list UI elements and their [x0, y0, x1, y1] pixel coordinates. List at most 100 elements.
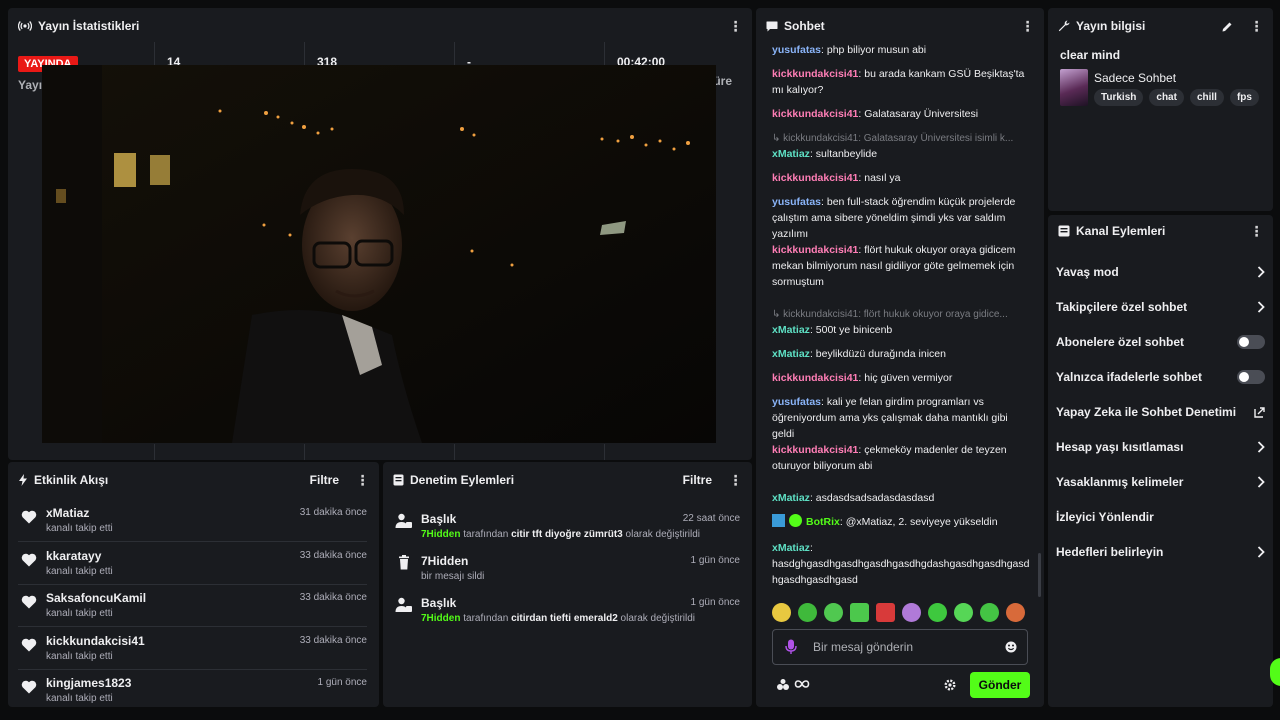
emote-icon[interactable] [980, 603, 999, 622]
stream-preview-video[interactable] [42, 65, 716, 443]
moderation-item-desc: 7Hidden tarafından citirdan tiefti emera… [421, 613, 696, 624]
chat-username[interactable]: yusufatas [772, 396, 821, 408]
activity-filter-button[interactable]: Filtre [310, 473, 339, 487]
category-name[interactable]: Sadece Sohbet [1094, 71, 1176, 85]
moderation-filter-button[interactable]: Filtre [683, 473, 712, 487]
activity-username[interactable]: kickkundakcisi41 [46, 634, 145, 648]
emote-icon[interactable] [876, 603, 895, 622]
channel-action-row[interactable]: Yasaklanmış kelimeler [1056, 465, 1265, 499]
channel-action-row[interactable]: Yapay Zeka ile Sohbet Denetimi [1056, 395, 1265, 429]
chat-username[interactable]: kickkundakcisi41 [772, 108, 858, 120]
chat-message[interactable]: kickkundakcisi41: flört hukuk okuyor ora… [772, 242, 1030, 290]
chat-reply-preview[interactable]: ↳ kickkundakcisi41: Galatasaray Üniversi… [772, 130, 1030, 147]
moderation-item[interactable]: Başlık 7Hidden tarafından citir tft diyo… [393, 506, 740, 548]
chat-username[interactable]: kickkundakcisi41 [772, 444, 858, 456]
activity-feed-header: Etkinlik Akışı Filtre ⋮ [8, 462, 379, 498]
pencil-icon[interactable] [1222, 21, 1233, 32]
chat-menu-icon[interactable]: ⋮ [1020, 18, 1035, 35]
chat-message[interactable]: kickkundakcisi41: çekmeköy madenler de t… [772, 442, 1030, 474]
settings-gear-icon[interactable] [944, 679, 956, 691]
microphone-icon[interactable] [785, 639, 797, 655]
chat-message[interactable]: kickkundakcisi41: Galatasaray Üniversite… [772, 106, 1030, 122]
chat-message[interactable]: xMatiaz: sultanbeylide [772, 146, 1030, 162]
activity-username[interactable]: SaksafoncuKamil [46, 591, 146, 605]
chat-username[interactable]: xMatiaz [772, 324, 810, 336]
chat-message[interactable]: yusufatas: php biliyor musun abi [772, 42, 1030, 58]
chat-message[interactable]: kickkundakcisi41: bu arada kankam GSÜ Be… [772, 66, 1030, 98]
chat-username[interactable]: yusufatas [772, 196, 821, 208]
activity-username[interactable]: xMatiaz [46, 506, 89, 520]
chat-message[interactable]: xMatiaz: hasdghgasdhgasdhgasdhgasdhgdashg… [772, 540, 1030, 588]
emoji-icon[interactable] [1005, 641, 1017, 653]
activity-username[interactable]: kingjames1823 [46, 676, 131, 690]
toggle-switch[interactable] [1237, 370, 1265, 384]
moderation-item[interactable]: 7Hidden bir mesajı sildi 1 gün önce [393, 548, 740, 590]
chat-message[interactable]: kickkundakcisi41: hiç güven vermiyor [772, 370, 1030, 386]
webcam-frame [42, 65, 716, 443]
chat-message[interactable]: BotRix: @xMatiaz, 2. seviyeye yükseldin [772, 514, 1030, 530]
chat-username[interactable]: BotRix [806, 516, 840, 528]
activity-feed-title: Etkinlik Akışı [34, 473, 109, 487]
infinity-icon[interactable] [794, 678, 810, 690]
moderation-menu-icon[interactable]: ⋮ [728, 472, 743, 489]
channel-action-label: Takipçilere özel sohbet [1056, 300, 1188, 314]
channel-action-row[interactable]: İzleyici Yönlendir [1056, 500, 1265, 534]
emote-icon[interactable] [928, 603, 947, 622]
channel-action-label: Yasaklanmış kelimeler [1056, 475, 1184, 489]
channel-action-row[interactable]: Yavaş mod [1056, 255, 1265, 289]
wrench-icon [1058, 20, 1070, 32]
tag-chip[interactable]: chill [1189, 89, 1224, 106]
activity-username[interactable]: kkaratayy [46, 549, 101, 563]
emote-icon[interactable] [954, 603, 973, 622]
channel-action-row[interactable]: Abonelere özel sohbet [1056, 325, 1265, 359]
emote-icon[interactable] [1006, 603, 1025, 622]
emote-icon[interactable] [824, 603, 843, 622]
activity-menu-icon[interactable]: ⋮ [355, 472, 370, 489]
activity-item[interactable]: xMatiaz kanalı takip etti 31 dakika önce [18, 500, 367, 542]
moderation-item-time: 22 saat önce [682, 513, 740, 524]
activity-item[interactable]: kingjames1823 kanalı takip etti 1 gün önce [18, 670, 367, 707]
emote-icon[interactable] [850, 603, 869, 622]
activity-item[interactable]: kkaratayy kanalı takip etti 33 dakika önce [18, 543, 367, 585]
chat-username[interactable]: xMatiaz [772, 148, 810, 160]
chat-reply-preview[interactable]: ↳ kickkundakcisi41: flört hukuk okuyor o… [772, 306, 1030, 323]
channel-action-row[interactable]: Hesap yaşı kısıtlaması [1056, 430, 1265, 464]
activity-item[interactable]: SaksafoncuKamil kanalı takip etti 33 dakik… [18, 585, 367, 627]
chat-message[interactable]: yusufatas: ben full-stack öğrendim küçük… [772, 194, 1030, 242]
chat-username[interactable]: kickkundakcisi41 [772, 172, 858, 184]
chat-username[interactable]: xMatiaz [772, 542, 810, 554]
chat-message[interactable]: yusufatas: kali ye felan girdim programl… [772, 394, 1030, 442]
channel-action-row[interactable]: Hedefleri belirleyin [1056, 535, 1265, 569]
category-thumbnail[interactable] [1060, 69, 1088, 106]
chat-username[interactable]: kickkundakcisi41 [772, 68, 858, 80]
activity-item[interactable]: kickkundakcisi41 kanalı takip etti 33 daki… [18, 628, 367, 670]
tag-chip[interactable]: chat [1149, 89, 1184, 106]
channel-action-row[interactable]: Takipçilere özel sohbet [1056, 290, 1265, 324]
tag-chip[interactable]: fps [1229, 89, 1259, 106]
chat-message[interactable]: xMatiaz: asdasdsadsadasdasdasd [772, 490, 1030, 506]
channel-actions-menu-icon[interactable]: ⋮ [1249, 223, 1264, 240]
chat-username[interactable]: xMatiaz [772, 348, 810, 360]
tag-chip[interactable]: Turkish [1094, 89, 1144, 106]
chat-username[interactable]: kickkundakcisi41 [772, 372, 858, 384]
chat-message[interactable]: kickkundakcisi41: nasıl ya [772, 170, 1030, 186]
chat-message[interactable]: xMatiaz: 500t ye binicenb [772, 322, 1030, 338]
chat-username[interactable]: xMatiaz [772, 492, 810, 504]
users-icon[interactable] [776, 678, 790, 692]
chat-input[interactable] [813, 638, 993, 656]
emote-icon[interactable] [902, 603, 921, 622]
chat-username[interactable]: kickkundakcisi41 [772, 244, 858, 256]
toggle-switch[interactable] [1237, 335, 1265, 349]
emote-icon[interactable] [798, 603, 817, 622]
user-edit-icon [395, 512, 413, 530]
stream-info-menu-icon[interactable]: ⋮ [1249, 18, 1264, 35]
chat-message[interactable]: xMatiaz: beylikdüzü durağında inicen [772, 346, 1030, 362]
send-button[interactable]: Gönder [970, 672, 1030, 698]
channel-action-row[interactable]: Yalnızca ifadelerle sohbet [1056, 360, 1265, 394]
floating-action-button[interactable] [1270, 658, 1280, 686]
chat-username[interactable]: yusufatas [772, 44, 821, 56]
emote-icon[interactable] [772, 603, 791, 622]
chat-scrollbar[interactable] [1038, 553, 1041, 597]
moderation-item[interactable]: Başlık 7Hidden tarafından citirdan tieft… [393, 590, 740, 632]
stats-menu-icon[interactable]: ⋮ [728, 18, 743, 35]
